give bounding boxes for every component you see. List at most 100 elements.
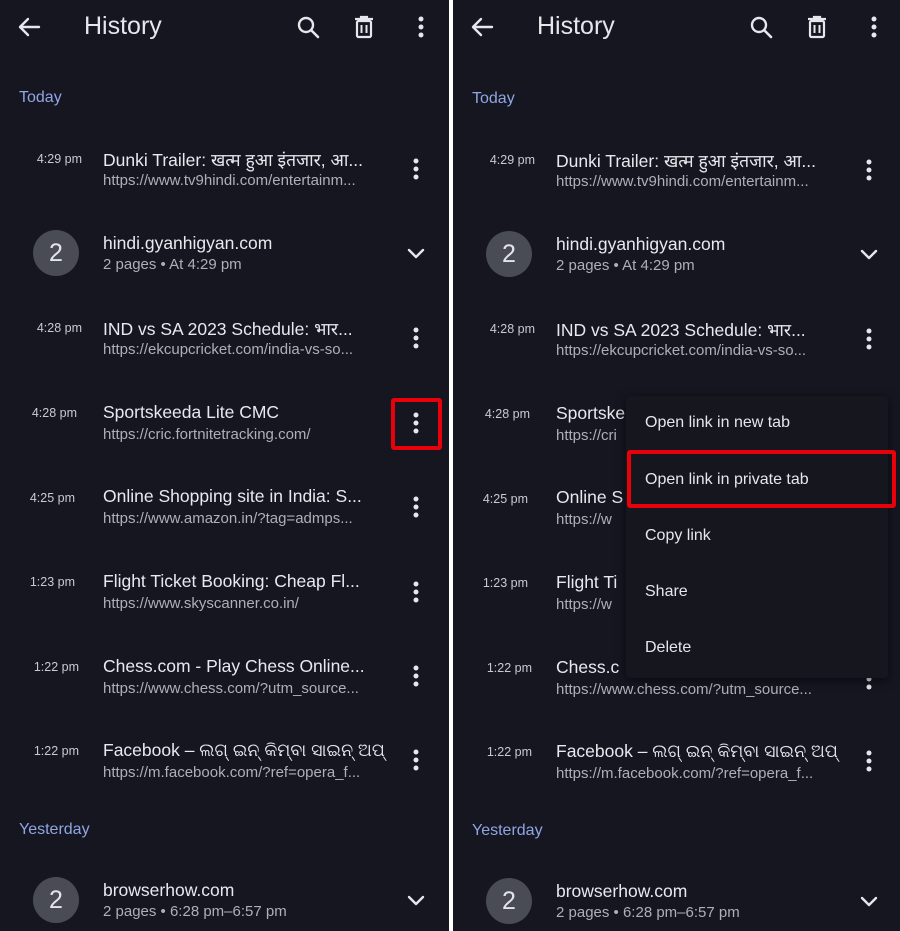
group-domain: hindi.gyanhigyan.com <box>556 234 726 254</box>
entry-more-button[interactable] <box>402 493 430 521</box>
entry-title: Flight Ticket Booking: Cheap Fl... <box>103 571 360 591</box>
menu-item-open-new-tab[interactable]: Open link in new tab <box>645 414 790 432</box>
group-count-badge: 2 <box>33 877 79 923</box>
chevron-down-icon[interactable] <box>403 240 429 266</box>
entry-more-button[interactable] <box>402 662 430 690</box>
more-vertical-icon <box>866 159 872 181</box>
entry-time: 1:23 pm <box>482 576 528 590</box>
more-vertical-icon <box>413 496 419 518</box>
more-vertical-icon <box>413 158 419 180</box>
entry-more-button[interactable] <box>402 155 430 183</box>
entry-url: https://www.chess.com/?utm_source... <box>103 680 359 697</box>
group-count-badge: 2 <box>486 878 532 924</box>
entry-time: 4:25 pm <box>29 491 75 505</box>
search-icon[interactable] <box>748 14 774 40</box>
more-vertical-icon <box>413 581 419 603</box>
group-count-badge: 2 <box>486 231 532 277</box>
chevron-down-icon[interactable] <box>856 888 882 914</box>
entry-url: https://w <box>556 511 612 528</box>
entry-url: https://ekcupcricket.com/india-vs-so... <box>103 341 354 358</box>
entry-title: Facebook – ଲଗ୍ ଇନ୍ କିମ୍ବା ସାଇନ୍ ଅପ୍ <box>556 741 838 761</box>
entry-time: 1:22 pm <box>33 660 79 674</box>
entry-url: https://m.facebook.com/?ref=opera_f... <box>556 765 814 782</box>
menu-item-copy-link[interactable]: Copy link <box>645 527 711 545</box>
entry-url: https://www.chess.com/?utm_source... <box>556 681 812 698</box>
more-vertical-icon <box>413 749 419 771</box>
back-arrow-icon[interactable] <box>469 14 495 40</box>
entry-url: https://www.amazon.in/?tag=admps... <box>103 510 353 527</box>
entry-more-button[interactable] <box>402 578 430 606</box>
entry-url: https://cri <box>556 427 617 444</box>
entry-title: Chess.c <box>556 657 620 677</box>
menu-item-share[interactable]: Share <box>645 583 688 601</box>
entry-time: 4:28 pm <box>484 407 530 421</box>
highlight-box <box>627 450 896 508</box>
entry-title: Dunki Trailer: खत्म हुआ इंतजार, आ... <box>103 150 363 170</box>
more-vertical-icon[interactable] <box>861 14 887 40</box>
group-summary: 2 pages • At 4:29 pm <box>103 256 242 273</box>
entry-more-button[interactable] <box>402 324 430 352</box>
history-screen-left: History Today 4:29 pm Dunki Trailer: खत्… <box>0 0 449 931</box>
context-menu: Open link in new tab Open link in privat… <box>626 396 888 678</box>
app-bar: History <box>453 0 900 56</box>
entry-url: https://ekcupcricket.com/india-vs-so... <box>556 342 807 359</box>
chevron-down-icon[interactable] <box>403 887 429 913</box>
more-vertical-icon <box>866 750 872 772</box>
back-arrow-icon[interactable] <box>16 14 42 40</box>
more-vertical-icon <box>413 327 419 349</box>
entry-url: https://www.tv9hindi.com/entertainm... <box>556 173 809 190</box>
group-count-badge: 2 <box>33 230 79 276</box>
entry-more-button[interactable] <box>855 747 883 775</box>
entry-time: 4:29 pm <box>489 153 535 167</box>
group-domain: hindi.gyanhigyan.com <box>103 233 273 253</box>
entry-title: Sportske <box>556 403 626 423</box>
group-domain: browserhow.com <box>103 880 235 900</box>
entry-time: 1:22 pm <box>486 661 532 675</box>
menu-item-delete[interactable]: Delete <box>645 639 691 657</box>
entry-title: Online S <box>556 487 624 507</box>
entry-url: https://m.facebook.com/?ref=opera_f... <box>103 764 361 781</box>
entry-title: Chess.com - Play Chess Online... <box>103 656 365 676</box>
delete-icon[interactable] <box>804 14 830 40</box>
more-vertical-icon <box>413 665 419 687</box>
entry-time: 4:28 pm <box>31 406 77 420</box>
entry-time: 1:22 pm <box>486 745 532 759</box>
more-vertical-icon <box>866 328 872 350</box>
section-header-today: Today <box>19 89 62 106</box>
entry-url: https://cric.fortnitetracking.com/ <box>103 426 311 443</box>
section-header-today: Today <box>472 90 515 107</box>
entry-title: Flight Ti <box>556 572 618 592</box>
search-icon[interactable] <box>295 14 321 40</box>
entry-more-button[interactable] <box>855 156 883 184</box>
group-summary: 2 pages • 6:28 pm–6:57 pm <box>103 903 287 920</box>
app-bar: History <box>0 0 449 56</box>
highlight-box <box>391 398 442 450</box>
section-header-yesterday: Yesterday <box>472 822 543 839</box>
entry-time: 4:28 pm <box>36 321 82 335</box>
delete-icon[interactable] <box>351 14 377 40</box>
entry-title: Facebook – ଲଗ୍ ଇନ୍ କିମ୍ବା ସାଇନ୍ ଅପ୍ <box>103 740 385 760</box>
entry-title: Sportskeeda Lite CMC <box>103 402 280 422</box>
more-vertical-icon[interactable] <box>408 14 434 40</box>
section-header-yesterday: Yesterday <box>19 821 90 838</box>
entry-time: 4:28 pm <box>489 322 535 336</box>
entry-more-button[interactable] <box>855 325 883 353</box>
entry-time: 4:29 pm <box>36 152 82 166</box>
page-title: History <box>84 12 162 40</box>
entry-time: 1:22 pm <box>33 744 79 758</box>
entry-title: Dunki Trailer: खत्म हुआ इंतजार, आ... <box>556 151 816 171</box>
entry-url: https://www.tv9hindi.com/entertainm... <box>103 172 356 189</box>
group-summary: 2 pages • At 4:29 pm <box>556 257 695 274</box>
entry-more-button[interactable] <box>402 746 430 774</box>
entry-url: https://w <box>556 596 612 613</box>
chevron-down-icon[interactable] <box>856 241 882 267</box>
entry-title: IND vs SA 2023 Schedule: भार... <box>556 320 806 340</box>
entry-url: https://www.skyscanner.co.in/ <box>103 595 299 612</box>
entry-time: 1:23 pm <box>29 575 75 589</box>
entry-title: Online Shopping site in India: S... <box>103 486 362 506</box>
group-domain: browserhow.com <box>556 881 688 901</box>
entry-title: IND vs SA 2023 Schedule: भार... <box>103 319 353 339</box>
group-summary: 2 pages • 6:28 pm–6:57 pm <box>556 904 740 921</box>
entry-time: 4:25 pm <box>482 492 528 506</box>
page-title: History <box>537 12 615 40</box>
